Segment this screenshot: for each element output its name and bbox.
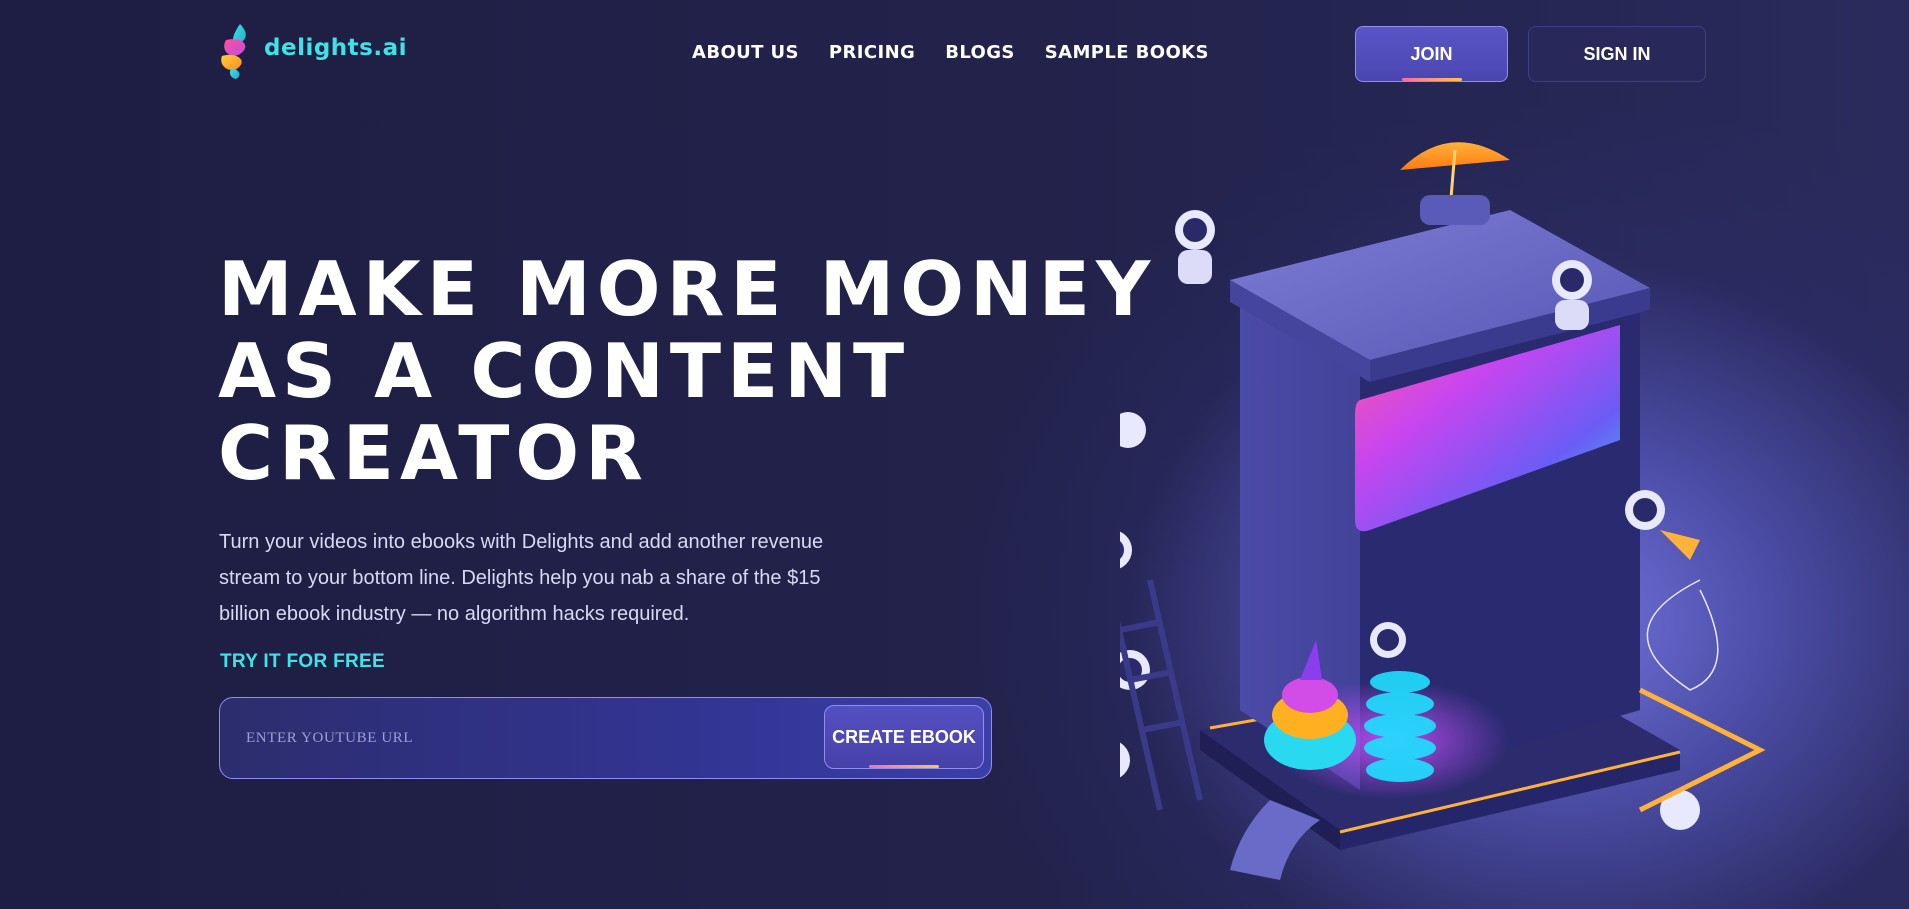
nav-sample-books[interactable]: SAMPLE BOOKS <box>1045 42 1209 63</box>
hero-description: Turn your videos into ebooks with Deligh… <box>219 531 824 625</box>
main-nav: ABOUT US PRICING BLOGS SAMPLE BOOKS <box>692 42 1209 63</box>
site-header: delights.ai ABOUT US PRICING BLOGS SAMPL… <box>0 0 1909 110</box>
logo-text: delights.ai <box>264 35 407 61</box>
logo[interactable]: delights.ai <box>218 22 407 80</box>
nav-about-us[interactable]: ABOUT US <box>692 42 799 63</box>
sign-in-button[interactable]: SIGN IN <box>1528 26 1706 82</box>
hero-title: MAKE MORE MONEY AS A CONTENT CREATOR <box>218 248 1158 494</box>
delights-logo-icon <box>221 24 246 79</box>
page: delights.ai ABOUT US PRICING BLOGS SAMPL… <box>0 0 1909 909</box>
ebook-machine-illustration <box>1120 142 1766 880</box>
hero-title-line-3: CREATOR <box>218 409 649 497</box>
nav-blogs[interactable]: BLOGS <box>945 42 1015 63</box>
youtube-url-form: CREATE EBOOK <box>219 697 992 779</box>
try-free-link[interactable]: TRY IT FOR FREE <box>220 651 385 673</box>
youtube-url-input[interactable] <box>246 718 766 758</box>
nav-pricing[interactable]: PRICING <box>829 42 915 63</box>
hero-title-line-1: MAKE MORE MONEY <box>218 245 1157 333</box>
hero-title-line-2: AS A CONTENT <box>218 327 911 415</box>
join-button[interactable]: JOIN <box>1355 26 1508 82</box>
create-ebook-button[interactable]: CREATE EBOOK <box>824 705 984 769</box>
